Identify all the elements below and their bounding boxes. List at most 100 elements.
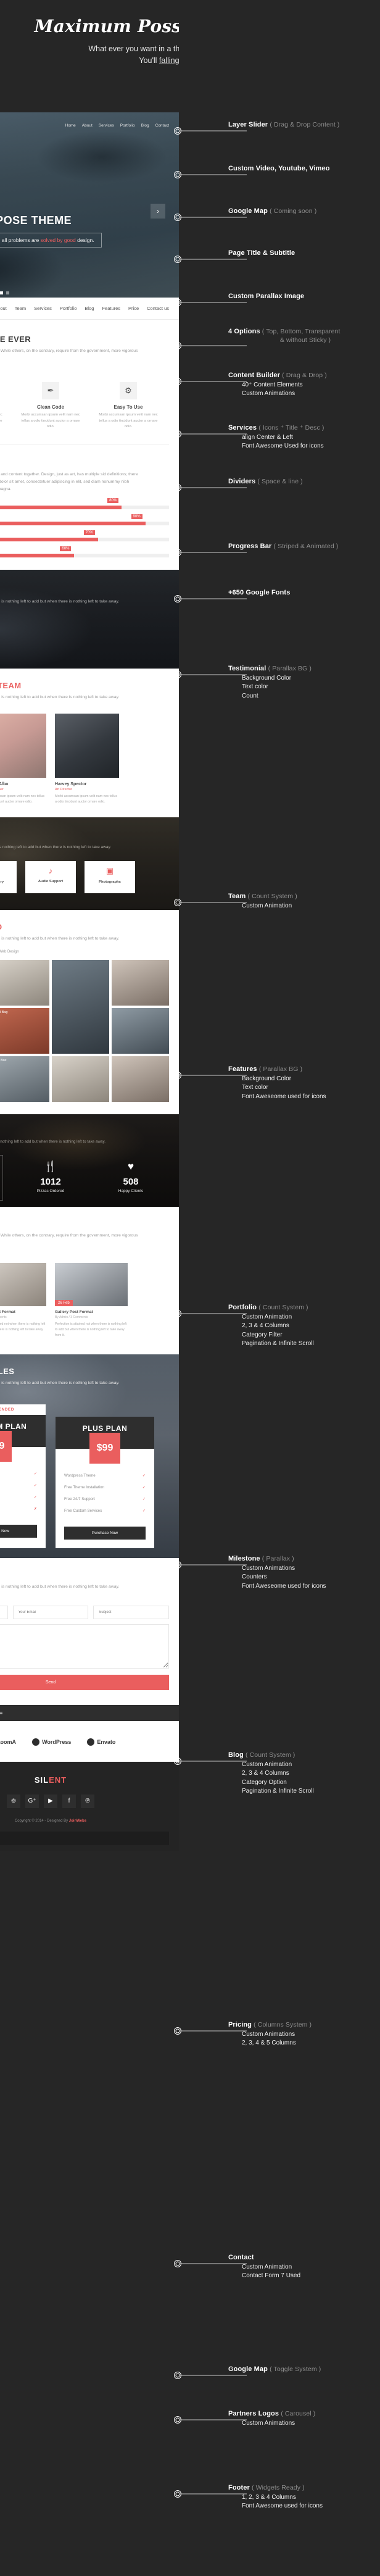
cross-icon: ✗ xyxy=(33,1506,37,1511)
purchase-button[interactable]: Purchase Now xyxy=(64,1526,146,1540)
slider-next-arrow-icon[interactable]: › xyxy=(151,204,165,219)
message-field[interactable] xyxy=(0,1624,169,1669)
portfolio-item[interactable]: Gift Box xyxy=(0,1056,49,1102)
feature-label: Photographs xyxy=(99,880,121,884)
hero-menu-item[interactable]: About xyxy=(82,123,93,128)
facebook-icon[interactable]: f xyxy=(62,1794,76,1808)
annotation-title-paren: ( Widgets Ready ) xyxy=(251,2484,305,2491)
annotation-title: Progress Bar ( Striped & Animated ) xyxy=(228,543,380,551)
slider-dots[interactable] xyxy=(0,291,9,294)
partner-logo-iloома[interactable]: iLoomA xyxy=(0,1738,16,1746)
annotation-sub-item: Custom Animation xyxy=(242,2263,292,2270)
annotation-sublist: 1, 2, 3 & 4 Columns Font Awesome used for… xyxy=(242,2493,380,2511)
annotation-title-text: Custom Parallax Image xyxy=(228,293,305,300)
nav-link-price[interactable]: Price xyxy=(128,306,139,311)
plan-name: PREMIUM PLAN xyxy=(0,1422,27,1431)
check-icon: ✓ xyxy=(142,1496,146,1501)
progress-fill xyxy=(0,505,122,509)
annotation-title: Dividers ( Space & line ) xyxy=(228,478,380,486)
portfolio-item[interactable] xyxy=(112,959,169,1006)
dribbble-icon[interactable]: ⊚ xyxy=(7,1794,20,1808)
post-title[interactable]: Standard Post Format xyxy=(0,1310,46,1314)
purchase-button[interactable]: Purchase Now xyxy=(0,1524,37,1538)
nav-link-about[interactable]: About xyxy=(0,306,7,311)
hero-menu-item[interactable]: Portfolio xyxy=(120,123,135,128)
hero-menu-item[interactable]: Blog xyxy=(141,123,149,128)
youtube-icon[interactable]: ▶ xyxy=(44,1794,57,1808)
plan-feature: Wordpress Theme✓ xyxy=(64,1473,146,1478)
feature-card[interactable]: ▣ Photographs xyxy=(85,861,135,893)
slider-dot[interactable] xyxy=(6,291,9,294)
partners-section: iLoomA WordPress Envato xyxy=(0,1720,179,1762)
google-plus-icon[interactable]: G⁺ xyxy=(25,1794,39,1808)
annotation-title-text: Contact xyxy=(228,2254,254,2261)
pinterest-icon[interactable]: ℗ xyxy=(81,1794,94,1808)
camera-icon: ▣ xyxy=(105,865,114,875)
partners-carousel[interactable]: iLoomA WordPress Envato xyxy=(0,1735,169,1746)
pricing-plan-plus[interactable]: PLUS PLAN $99 Wordpress Theme ✓ Free Them… xyxy=(56,1416,154,1548)
team-member[interactable]: Harvey Spector Art Director Morbi accums… xyxy=(55,713,119,805)
service-card[interactable]: ⚙ Easy To Use Morbi accumsan ipsum velit… xyxy=(95,381,162,431)
annotation-sub-item: align Center & Left xyxy=(242,433,293,441)
filter-webdesign[interactable]: Web Design xyxy=(0,950,19,954)
slider-dot[interactable] xyxy=(0,291,3,294)
service-card[interactable]: □ 100% Responsive Morbi accumsan ipsum v… xyxy=(0,382,6,431)
service-card[interactable]: ✒ Clean Code Morbi accumsan ipsum velit … xyxy=(17,381,84,431)
blog-post[interactable]: 26 Feb Gallery Post Format By Admin / 3 … xyxy=(55,1262,128,1338)
nav-link-features[interactable]: Features xyxy=(102,306,120,311)
map-toggle-icon[interactable]: ≡ xyxy=(0,1710,3,1716)
team-member[interactable]: Jessica Alba Web Designer Morbi accumsan… xyxy=(0,713,46,805)
annotation-sub-item: Text color xyxy=(242,1084,268,1091)
nav-link-blog[interactable]: Blog xyxy=(85,306,94,311)
feature-card[interactable]: ⚡ Quick Delivery xyxy=(0,861,17,893)
portfolio-item[interactable] xyxy=(52,959,109,1054)
annotation-sub-item: Custom Animation xyxy=(242,1761,292,1768)
portfolio-paragraph: Perfection is attained not when there is… xyxy=(0,936,120,941)
avatar xyxy=(0,713,46,778)
skills-paragraph: Design is the method of putting form and… xyxy=(0,472,138,492)
annotation-sub-item: Counters xyxy=(242,1574,267,1581)
hero-menu-item[interactable]: Services xyxy=(99,123,114,128)
portfolio-item[interactable] xyxy=(112,1007,169,1054)
subject-field[interactable] xyxy=(93,1605,170,1619)
portfolio-item[interactable]: Red Bag xyxy=(0,1007,49,1054)
nav-link-services[interactable]: Services xyxy=(34,306,52,311)
hero-menu-item[interactable]: Contact xyxy=(155,123,169,128)
google-map-toggle-bar[interactable]: VIEW ON GOOGLE MAP ≡ xyxy=(0,1704,179,1721)
annotation-layer-slider: Layer Slider ( Drag & Drop Content ) xyxy=(228,121,380,130)
annotation-title-paren: ( Drag & Drop Content ) xyxy=(270,121,340,128)
blog-post[interactable]: 26 Feb Standard Post Format By Admin / 3… xyxy=(0,1262,46,1338)
email-field[interactable] xyxy=(12,1605,89,1619)
annotation-blog: Blog ( Count System ) Custom Animation 2, … xyxy=(228,1751,380,1796)
annotation-sub-item: Count xyxy=(242,692,258,699)
footer-bottom-bar: ⌃ xyxy=(0,1831,169,1845)
nav-link-team[interactable]: Team xyxy=(15,306,26,311)
nav-link-contact[interactable]: Contact us xyxy=(147,306,169,311)
portfolio-item[interactable] xyxy=(112,1056,169,1102)
team-row: Jessica Alba Web Designer Morbi accumsan… xyxy=(0,713,169,805)
name-field[interactable] xyxy=(0,1605,8,1619)
blog-heading: OUR BLOG xyxy=(0,1219,169,1228)
partner-logo-envato[interactable]: Envato xyxy=(87,1738,115,1746)
annotation-sub-item: Text color xyxy=(242,683,268,691)
feature-card[interactable]: ♪ Audio Support xyxy=(25,861,76,893)
portfolio-item[interactable] xyxy=(0,959,49,1006)
partner-logo-wordpress[interactable]: WordPress xyxy=(32,1738,71,1746)
hero-menu[interactable]: Home About Services Portfolio Blog Conta… xyxy=(65,123,169,128)
progress-track: 70% xyxy=(0,530,169,541)
pricing-plan-premium[interactable]: RECOMMENDED PREMIUM PLAN $79 Wordpress T… xyxy=(0,1404,46,1548)
annotation-title-text: Partners Logos xyxy=(228,2410,281,2417)
post-title[interactable]: Gallery Post Format xyxy=(55,1310,128,1314)
nav-link-portfolio[interactable]: Portfolio xyxy=(60,306,77,311)
hero-menu-item[interactable]: Home xyxy=(65,123,75,128)
check-icon: ✓ xyxy=(33,1494,37,1499)
member-bio: Morbi accumsan ipsum velit nam nec tellu… xyxy=(0,794,44,804)
send-button[interactable]: Send xyxy=(0,1674,169,1690)
annotation-features: Features ( Parallax BG ) Background Color… xyxy=(228,1065,380,1101)
annotation-partners-logos: Partners Logos ( Carousel ) Custom Animat… xyxy=(228,2410,380,2428)
portfolio-item[interactable] xyxy=(52,1056,109,1102)
features-paragraph: Perfection is attained not when there is… xyxy=(0,844,112,849)
plan-price: $99 xyxy=(89,1432,120,1464)
annotation-sub-item: 1, 2, 3 & 4 Columns xyxy=(242,2493,296,2501)
team-section: OUR CREATIVE TEAM Perfection is attained… xyxy=(0,668,179,817)
